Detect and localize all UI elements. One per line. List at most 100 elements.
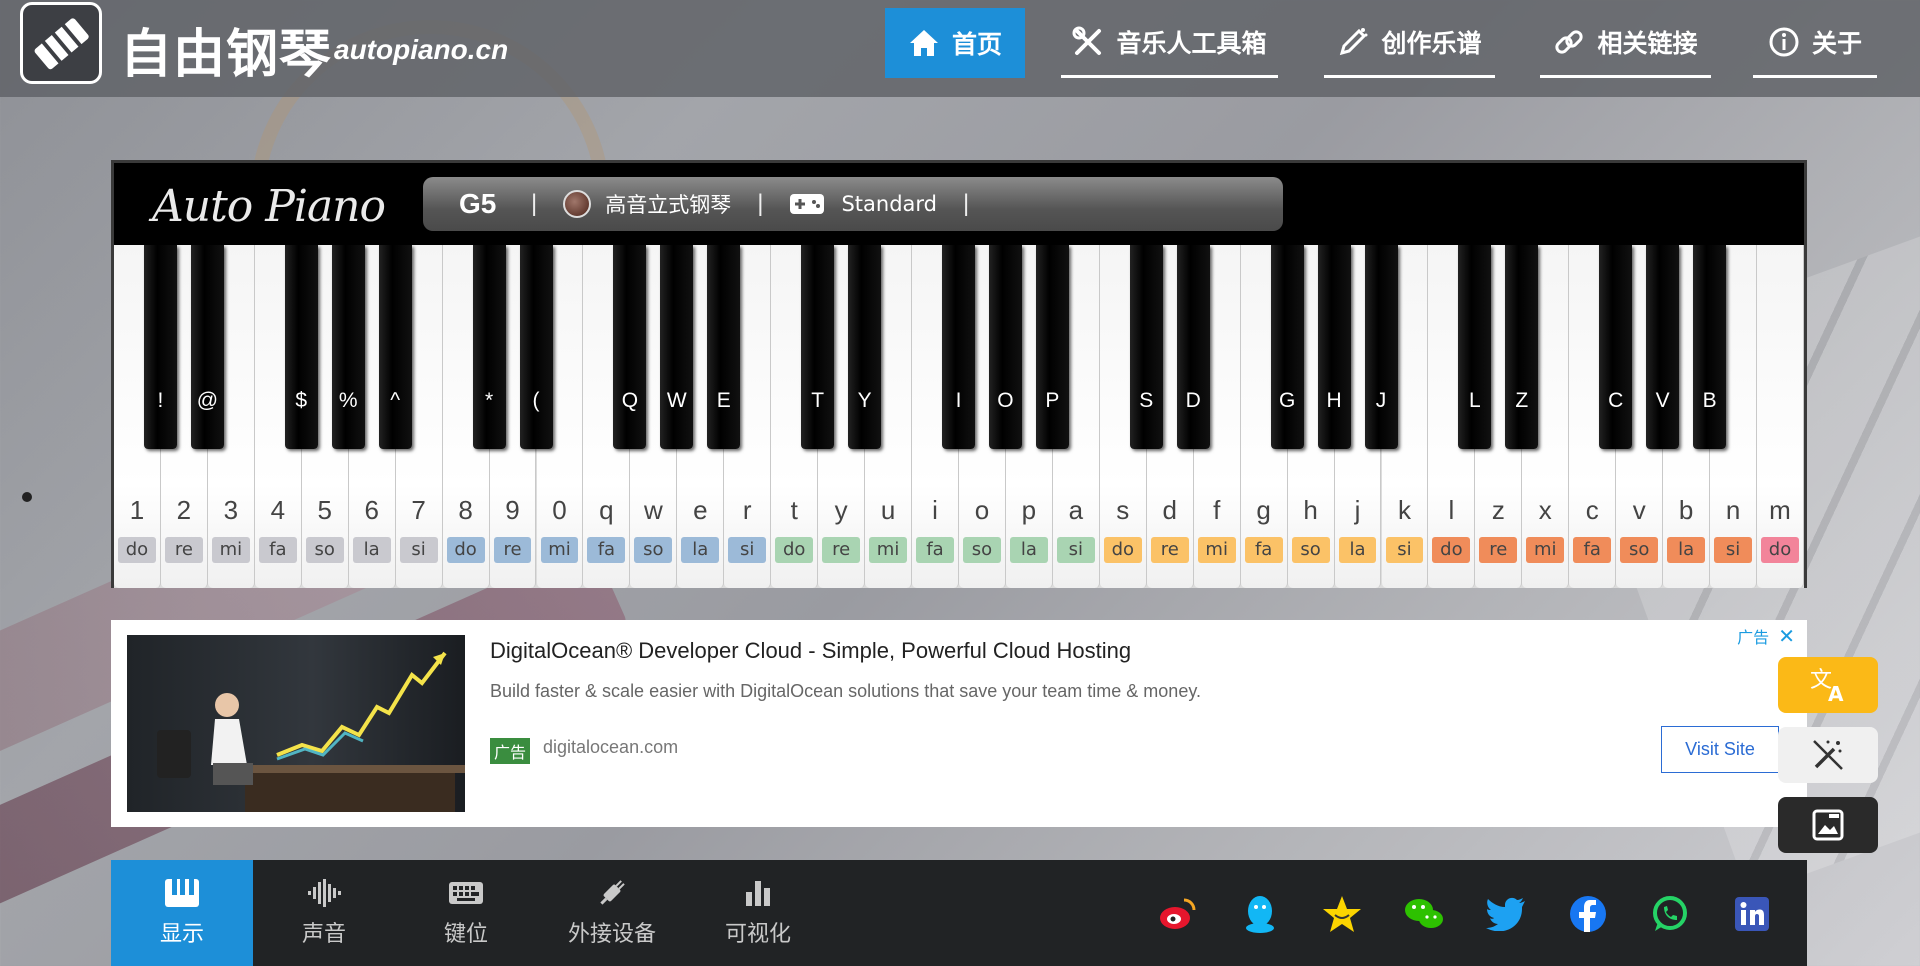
tab-display[interactable]: 显示: [111, 860, 253, 966]
tab-keymap[interactable]: 键位: [395, 860, 537, 966]
key-label: 4: [270, 495, 286, 525]
black-key[interactable]: C: [1599, 245, 1633, 449]
ad-title[interactable]: DigitalOcean® Developer Cloud - Simple, …: [490, 638, 1131, 664]
nav-tools[interactable]: 音乐人工具箱: [1061, 8, 1278, 78]
tab-display-label: 显示: [159, 922, 204, 947]
site-title-cn[interactable]: 自由钢琴: [120, 12, 332, 87]
nav-links[interactable]: 相关链接: [1540, 8, 1711, 78]
white-key[interactable]: m do: [1757, 245, 1804, 588]
key-label: P: [1045, 389, 1060, 412]
black-key[interactable]: V: [1646, 245, 1680, 449]
black-key[interactable]: O: [988, 245, 1022, 449]
key-label: v: [1632, 495, 1646, 525]
home-icon: [909, 30, 938, 56]
mode-selector[interactable]: Standard: [841, 192, 937, 216]
key-label: 9: [505, 495, 520, 525]
solfege-label: so: [1620, 537, 1659, 563]
ad-banner[interactable]: DigitalOcean® Developer Cloud - Simple, …: [111, 620, 1807, 827]
solfege-label: fa: [258, 537, 297, 563]
black-key[interactable]: D: [1176, 245, 1210, 449]
share-linkedin[interactable]: [1730, 892, 1774, 936]
black-key[interactable]: L: [1458, 245, 1492, 449]
black-key[interactable]: P: [1035, 245, 1069, 449]
tab-visualize[interactable]: 可视化: [687, 860, 829, 966]
black-key[interactable]: @: [190, 245, 224, 449]
black-key[interactable]: G: [1270, 245, 1304, 449]
ad-choice-label: 广告: [1737, 628, 1770, 647]
share-twitter[interactable]: [1484, 892, 1528, 936]
solfege-label: so: [634, 537, 673, 563]
piano: Auto Piano G5 | 高音立式钢琴 | Standard | 1 do 2…: [111, 160, 1807, 588]
black-key[interactable]: H: [1317, 245, 1351, 449]
black-key[interactable]: (: [519, 245, 553, 449]
key-label: y: [834, 495, 848, 525]
whatsapp-icon: [1653, 896, 1687, 931]
close-icon[interactable]: ✕: [1778, 624, 1795, 648]
piano-header: Auto Piano G5 | 高音立式钢琴 | Standard |: [114, 163, 1804, 245]
solfege-label: si: [728, 537, 767, 563]
black-key[interactable]: B: [1693, 245, 1727, 449]
key-label: D: [1185, 389, 1201, 412]
nav-compose[interactable]: 创作乐谱: [1324, 8, 1495, 78]
upright-piano-icon[interactable]: [563, 190, 592, 218]
black-key[interactable]: E: [707, 245, 741, 449]
site-logo-icon[interactable]: [20, 2, 102, 84]
key-label: i: [932, 495, 938, 525]
tab-devices[interactable]: 外接设备: [537, 860, 687, 966]
ad-image[interactable]: [127, 635, 465, 812]
solfege-label: so: [1291, 537, 1330, 563]
bottom-toolbar: 显示 声音 键位 外接设备 可视化: [111, 860, 1807, 966]
tab-sound-label: 声音: [301, 922, 346, 947]
nav-home[interactable]: 首页: [885, 8, 1025, 78]
plug-icon: [600, 880, 625, 905]
separator: |: [963, 190, 970, 217]
key-label: m: [1769, 495, 1791, 525]
black-key[interactable]: W: [660, 245, 694, 449]
solfege-label: si: [1385, 537, 1424, 563]
tab-devices-label: 外接设备: [567, 922, 656, 947]
nav-about[interactable]: 关于: [1753, 8, 1877, 78]
black-key[interactable]: Z: [1505, 245, 1539, 449]
key-label: @: [196, 389, 219, 412]
nav-links-label: 相关链接: [1597, 28, 1698, 58]
share-qzone[interactable]: [1320, 892, 1364, 936]
effects-button[interactable]: [1778, 727, 1878, 783]
key-label: %: [338, 389, 358, 412]
ad-domain[interactable]: digitalocean.com: [543, 737, 678, 758]
share-wechat[interactable]: [1402, 892, 1446, 936]
black-key[interactable]: Y: [848, 245, 882, 449]
piano-control-bar: G5 | 高音立式钢琴 | Standard |: [423, 177, 1283, 231]
gamepad-icon[interactable]: [789, 193, 825, 215]
share-facebook[interactable]: [1566, 892, 1610, 936]
solfege-label: do: [446, 537, 485, 563]
black-key[interactable]: %: [331, 245, 365, 449]
tab-sound[interactable]: 声音: [253, 860, 395, 966]
key-label: 7: [411, 495, 426, 525]
black-key[interactable]: *: [472, 245, 506, 449]
key-label: S: [1139, 389, 1154, 412]
black-key[interactable]: I: [942, 245, 975, 449]
key-label: 6: [364, 495, 379, 525]
black-key[interactable]: J: [1364, 245, 1398, 449]
visit-site-button[interactable]: Visit Site: [1661, 726, 1779, 773]
share-whatsapp[interactable]: [1648, 892, 1692, 936]
black-key[interactable]: Q: [613, 245, 647, 449]
instrument-selector[interactable]: 高音立式钢琴: [605, 189, 731, 219]
tools-icon: [1072, 26, 1102, 55]
key-label: l: [1448, 495, 1455, 525]
black-key[interactable]: T: [801, 245, 835, 449]
translate-button[interactable]: 文A: [1778, 657, 1878, 713]
share-weibo[interactable]: [1156, 892, 1200, 936]
share-qq[interactable]: [1238, 892, 1282, 936]
ad-choice[interactable]: 广告 ✕: [1737, 624, 1795, 648]
site-title-en[interactable]: autopiano.cn: [334, 34, 508, 66]
black-key[interactable]: S: [1129, 245, 1163, 449]
screenshot-button[interactable]: [1778, 797, 1878, 853]
black-key[interactable]: ^: [378, 245, 412, 449]
black-key[interactable]: !: [143, 245, 177, 449]
key-label: t: [790, 495, 798, 525]
solfege-label: mi: [1526, 537, 1565, 563]
black-key[interactable]: $: [284, 245, 318, 449]
key-label: k: [1397, 495, 1411, 525]
solfege-label: mi: [869, 537, 908, 563]
